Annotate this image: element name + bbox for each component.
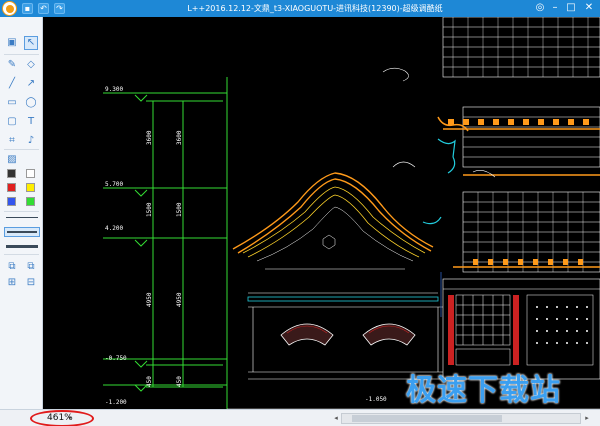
- color-swatch-blue[interactable]: [7, 197, 16, 206]
- color-swatch-dark[interactable]: [7, 169, 16, 178]
- select-icon[interactable]: ▣: [5, 36, 19, 50]
- rounded-rect-icon[interactable]: ▢: [5, 115, 19, 129]
- status-bar: 461% ▾ ◂ ▸: [0, 409, 600, 426]
- ungroup-icon[interactable]: ⊟: [24, 276, 38, 290]
- elevation-label: -1.200: [105, 399, 127, 406]
- dimension-label: 3600: [146, 130, 153, 145]
- microphone-icon[interactable]: ♪: [24, 134, 38, 148]
- horizontal-scrollbar[interactable]: [341, 413, 581, 424]
- cad-drawing: 9.300 5.700 4.200 -0.750 -1.200 -1.050 3…: [103, 17, 600, 409]
- dimension-label: 1500: [176, 202, 183, 217]
- pointer-icon[interactable]: ↖: [24, 36, 38, 50]
- layer-up-icon[interactable]: ⧉: [5, 260, 19, 274]
- title-bar: ▪ ↶ ↷ L++2016.12.12-文鼎_t3-XIAOGUOTU-进讯科技…: [0, 0, 600, 17]
- image-icon[interactable]: ▨: [5, 153, 19, 167]
- feedback-icon[interactable]: ◎: [533, 2, 547, 15]
- line-width-thick[interactable]: [6, 245, 38, 248]
- save-icon[interactable]: ▪: [22, 3, 33, 14]
- dimension-label: 4950: [176, 292, 183, 307]
- crop-icon[interactable]: ⌗: [5, 134, 19, 148]
- elevation-label: -1.050: [365, 396, 387, 403]
- maximize-button[interactable]: □: [564, 2, 578, 15]
- elevation-label: 5.700: [105, 181, 123, 188]
- redo-icon[interactable]: ↷: [54, 3, 65, 14]
- elevation-label: 9.300: [105, 86, 123, 93]
- eraser-icon[interactable]: ◇: [24, 58, 38, 72]
- ellipse-icon[interactable]: ◯: [24, 96, 38, 110]
- line-icon[interactable]: ╱: [5, 77, 19, 91]
- color-swatch-green[interactable]: [26, 197, 35, 206]
- dimension-label: 3600: [176, 130, 183, 145]
- dimension-label: 4950: [146, 292, 153, 307]
- chevron-down-icon[interactable]: ▾: [68, 414, 72, 422]
- layer-down-icon[interactable]: ⧉: [24, 260, 38, 274]
- close-button[interactable]: ✕: [582, 2, 596, 15]
- scrollbar-thumb[interactable]: [352, 415, 502, 422]
- dimension-label: 450: [146, 376, 153, 387]
- elevation-label: -0.750: [105, 355, 127, 362]
- minimize-button[interactable]: –: [548, 2, 562, 15]
- drawing-toolbar: ▣ ↖ ✎ ◇ ╱ ↗ ▭ ◯ ▢ T ⌗ ♪ ▨ ⧉ ⧉ ⊞ ⊟: [0, 17, 43, 409]
- elevation-label: 4.200: [105, 225, 123, 232]
- color-swatch-red[interactable]: [7, 183, 16, 192]
- color-swatch-white[interactable]: [26, 169, 35, 178]
- drawing-canvas[interactable]: 9.300 5.700 4.200 -0.750 -1.200 -1.050 3…: [43, 17, 600, 409]
- app-logo-icon[interactable]: [2, 1, 17, 16]
- scroll-right-arrow[interactable]: ▸: [582, 413, 592, 424]
- watermark-text: 极速下载站: [406, 373, 561, 408]
- window-title: L++2016.12.12-文鼎_t3-XIAOGUOTU-进讯科技(12390…: [187, 4, 443, 13]
- line-width-thin[interactable]: [6, 217, 38, 218]
- color-swatch-yellow[interactable]: [26, 183, 35, 192]
- undo-icon[interactable]: ↶: [38, 3, 49, 14]
- text-icon[interactable]: T: [24, 115, 38, 129]
- dimension-label: 450: [176, 376, 183, 387]
- dimension-label: 1500: [146, 202, 153, 217]
- scroll-left-arrow[interactable]: ◂: [331, 413, 341, 424]
- arrow-icon[interactable]: ↗: [24, 77, 38, 91]
- pencil-icon[interactable]: ✎: [5, 58, 19, 72]
- group-icon[interactable]: ⊞: [5, 276, 19, 290]
- rectangle-icon[interactable]: ▭: [5, 96, 19, 110]
